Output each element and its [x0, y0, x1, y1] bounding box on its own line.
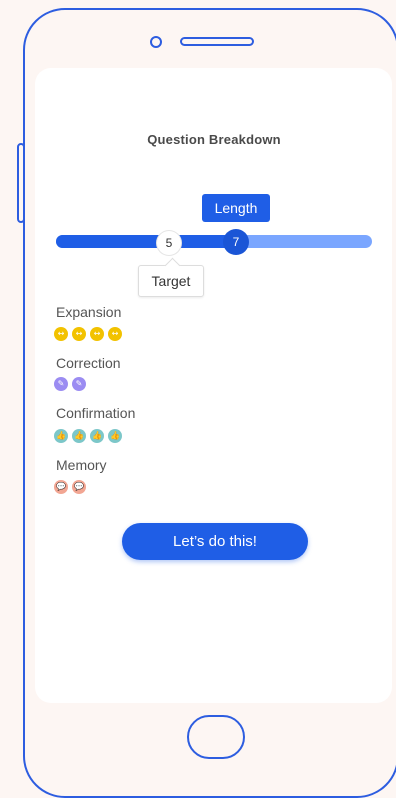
target-marker: 5: [157, 231, 181, 255]
phone-speaker: [180, 37, 254, 46]
expand-arrows-icon: ↔: [108, 327, 122, 341]
category-label-expansion: Expansion: [56, 304, 122, 320]
phone-home-button[interactable]: [187, 715, 245, 759]
category-label-correction: Correction: [56, 355, 121, 371]
phone-side-button: [17, 143, 25, 223]
expand-arrows-icon: ↔: [54, 327, 68, 341]
thumbs-up-icon: 👍: [108, 429, 122, 443]
phone-camera: [150, 36, 162, 48]
thumbs-up-icon: 👍: [54, 429, 68, 443]
speech-bubble-icon: 💬: [72, 480, 86, 494]
lets-do-this-button[interactable]: Let’s do this!: [122, 523, 308, 560]
target-tooltip: Target: [138, 265, 204, 297]
app-screen: [35, 68, 392, 703]
page-title: Question Breakdown: [147, 132, 281, 147]
expand-arrows-icon: ↔: [90, 327, 104, 341]
thumbs-up-icon: 👍: [72, 429, 86, 443]
category-label-confirmation: Confirmation: [56, 405, 136, 421]
length-slider-thumb[interactable]: 7: [223, 229, 249, 255]
length-badge: Length: [202, 194, 270, 222]
thumbs-up-icon: 👍: [90, 429, 104, 443]
pencil-icon: ✎: [54, 377, 68, 391]
category-label-memory: Memory: [56, 457, 107, 473]
expand-arrows-icon: ↔: [72, 327, 86, 341]
speech-bubble-icon: 💬: [54, 480, 68, 494]
length-slider-fill: [56, 235, 236, 248]
pencil-icon: ✎: [72, 377, 86, 391]
